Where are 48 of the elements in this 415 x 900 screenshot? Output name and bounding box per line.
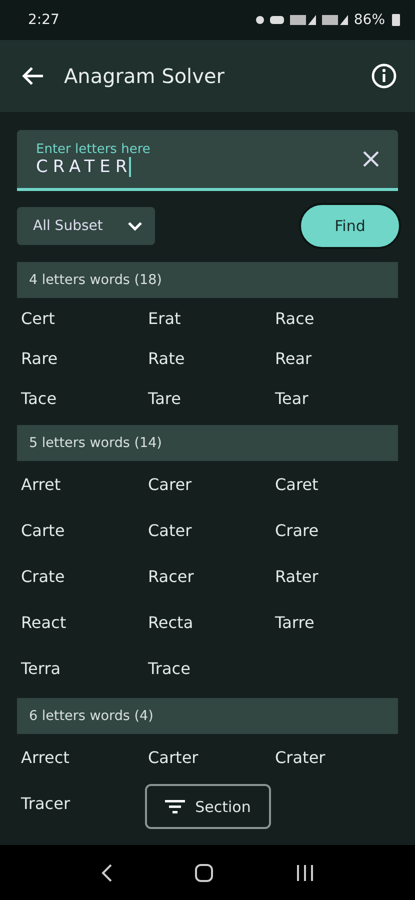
word-item[interactable]: Tracer — [21, 794, 70, 812]
section-header: 6 letters words (4) — [17, 698, 398, 734]
word-item[interactable]: Rater — [275, 566, 318, 586]
word-item[interactable]: Carter — [148, 748, 198, 766]
word-item[interactable]: Trace — [148, 658, 190, 678]
find-button[interactable]: Find — [299, 203, 401, 249]
word-item[interactable]: Crare — [275, 520, 319, 540]
word-item[interactable]: Carer — [148, 474, 192, 494]
word-item[interactable]: Rear — [275, 348, 312, 368]
chevron-down-icon — [127, 220, 143, 232]
app-title: Anagram Solver — [64, 64, 226, 88]
status-time: 2:27 — [28, 12, 60, 28]
word-item[interactable]: Cater — [148, 520, 192, 540]
word-item[interactable]: Race — [275, 308, 314, 328]
filter-icon — [165, 800, 186, 814]
word-item[interactable]: Crater — [275, 748, 326, 766]
section-header: 5 letters words (14) — [17, 425, 398, 461]
battery-percent: 86% — [354, 12, 385, 28]
section-button[interactable]: Section — [145, 784, 271, 829]
battery-icon — [391, 13, 401, 27]
signal-icon — [322, 15, 348, 25]
word-item[interactable]: Tace — [21, 388, 57, 408]
letters-input-field[interactable]: Enter letters here CRATER — [17, 130, 398, 191]
word-item[interactable]: Tear — [275, 388, 308, 408]
word-item[interactable]: Crate — [21, 566, 65, 586]
word-item[interactable]: Tarre — [275, 612, 314, 632]
word-item[interactable]: React — [21, 612, 66, 632]
word-item[interactable]: Rare — [21, 348, 58, 368]
recents-nav-icon[interactable] — [294, 864, 314, 882]
back-arrow-icon[interactable] — [22, 66, 44, 86]
subset-dropdown[interactable]: All Subset — [17, 207, 155, 245]
word-item[interactable]: Arret — [21, 474, 61, 494]
home-nav-icon[interactable] — [194, 862, 214, 882]
word-item[interactable]: Carte — [21, 520, 65, 540]
word-item[interactable]: Caret — [275, 474, 318, 494]
word-item[interactable]: Rate — [148, 348, 185, 368]
section-header: 4 letters words (18) — [17, 262, 398, 298]
signal-icon — [290, 15, 316, 25]
word-item[interactable]: Recta — [148, 612, 194, 632]
clear-icon[interactable] — [362, 150, 380, 168]
word-item[interactable]: Cert — [21, 308, 55, 328]
word-item[interactable]: Erat — [148, 308, 181, 328]
word-item[interactable]: Tare — [148, 388, 181, 408]
info-icon[interactable] — [371, 63, 397, 89]
back-nav-icon[interactable] — [100, 862, 112, 882]
word-item[interactable]: Arrect — [21, 748, 70, 766]
word-item[interactable]: Racer — [148, 566, 194, 586]
word-item[interactable]: Terra — [21, 658, 61, 678]
